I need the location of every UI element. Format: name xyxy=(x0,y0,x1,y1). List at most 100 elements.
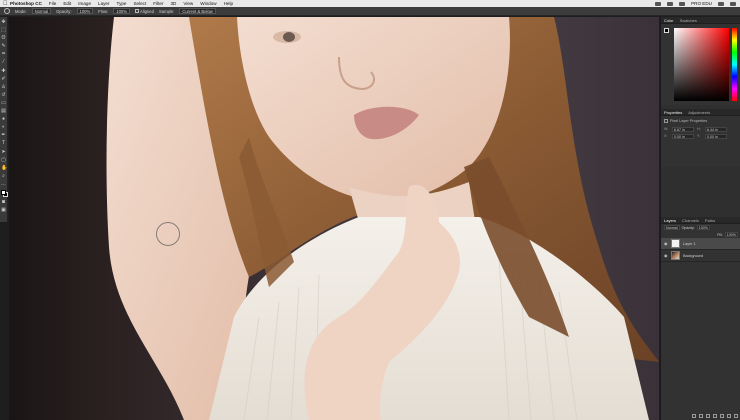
foreground-color-swatch[interactable] xyxy=(1,189,6,195)
crop-tool-icon[interactable]: ⌗ xyxy=(1,52,6,57)
trash-icon[interactable] xyxy=(734,414,738,418)
aligned-option[interactable]: Aligned xyxy=(134,8,154,14)
menu-app-photoshop[interactable]: Photoshop CC xyxy=(10,0,42,7)
menu-bar:  Photoshop CC File Edit Image Layer Typ… xyxy=(0,0,740,7)
wifi-icon[interactable] xyxy=(667,1,674,6)
lasso-tool-icon[interactable]: ʘ xyxy=(1,36,6,41)
opacity-field[interactable]: 100% xyxy=(76,8,94,14)
menu-view[interactable]: View xyxy=(183,0,193,7)
menu-select[interactable]: Select xyxy=(133,0,146,7)
menu-help[interactable]: Help xyxy=(224,0,233,7)
gradient-tool-icon[interactable]: ▤ xyxy=(1,109,6,114)
tab-adjustments[interactable]: Adjustments xyxy=(688,110,710,115)
foreground-swatch[interactable] xyxy=(664,28,669,33)
layer-fill-field[interactable]: 100% xyxy=(724,232,738,237)
properties-panel: Properties Adjustments Pixel Layer Prope… xyxy=(661,109,740,167)
move-tool-icon[interactable]: ✥ xyxy=(1,20,6,25)
aligned-checkbox[interactable] xyxy=(134,9,139,14)
pen-tool-icon[interactable]: ✒ xyxy=(1,133,6,138)
status-icon[interactable] xyxy=(655,1,662,6)
aligned-label: Aligned xyxy=(139,8,154,14)
layers-panel: Layers Channels Paths Normal Opacity: 10… xyxy=(661,217,740,420)
y-field[interactable]: 0.00 in xyxy=(705,134,727,139)
shape-tool-icon[interactable]: ▢ xyxy=(1,157,6,163)
tab-color[interactable]: Color xyxy=(664,18,674,23)
width-field[interactable]: 6.67 in xyxy=(672,127,694,132)
properties-subtitle-text: Pixel Layer Properties xyxy=(670,119,708,123)
type-tool-icon[interactable]: T xyxy=(1,141,6,146)
menu-extras: PRO EDU xyxy=(655,1,740,6)
clone-stamp-tool-icon[interactable]: ♙ xyxy=(1,84,6,90)
adjustment-layer-icon[interactable] xyxy=(713,414,717,418)
user-label[interactable]: PRO EDU xyxy=(691,1,712,6)
layer-style-icon[interactable] xyxy=(699,414,703,418)
color-panel-tabs: Color Swatches xyxy=(661,17,740,24)
menu-window[interactable]: Window xyxy=(200,0,216,7)
menu-image[interactable]: Image xyxy=(78,0,91,7)
more-tools-icon[interactable]: … xyxy=(1,181,6,187)
eraser-tool-icon[interactable]: ▭ xyxy=(1,100,6,106)
layer-opacity-label: Opacity: xyxy=(681,225,695,230)
mode-select[interactable]: Normal xyxy=(31,8,52,14)
x-label: X: xyxy=(664,134,668,138)
eyedropper-tool-icon[interactable]: ⁄ xyxy=(1,60,6,65)
menu-file[interactable]: File xyxy=(49,0,56,7)
sample-label: Sample: xyxy=(158,8,175,14)
tab-properties[interactable]: Properties xyxy=(664,110,682,115)
hand-tool-icon[interactable]: ✋ xyxy=(1,165,7,171)
screen-mode-icon[interactable]: ▣ xyxy=(1,208,6,213)
notification-icon[interactable] xyxy=(730,1,736,6)
options-bar: Mode: Normal Opacity: 100% Flow: 100% Al… xyxy=(0,7,740,16)
menu-type[interactable]: Type xyxy=(117,0,127,7)
path-select-tool-icon[interactable]: ➤ xyxy=(1,149,6,155)
add-mask-icon[interactable] xyxy=(706,414,710,418)
layer-row-layer-1[interactable]: ◉ Layer 1 xyxy=(661,238,740,250)
menu-layer[interactable]: Layer xyxy=(98,0,110,7)
eye-icon[interactable]: ◉ xyxy=(664,253,668,258)
link-layers-icon[interactable] xyxy=(692,414,696,418)
apple-icon[interactable]:  xyxy=(3,1,10,7)
new-layer-icon[interactable] xyxy=(727,414,731,418)
layers-panel-tabs: Layers Channels Paths xyxy=(661,217,740,224)
document-canvas[interactable] xyxy=(9,17,659,420)
sample-select[interactable]: Current & Below xyxy=(179,8,216,14)
brush-tool-icon[interactable]: ✐ xyxy=(1,76,6,82)
x-field[interactable]: 0.00 in xyxy=(672,134,694,139)
tab-layers[interactable]: Layers xyxy=(664,218,676,223)
height-label: H: xyxy=(697,127,701,131)
properties-row-position: X: 0.00 in Y: 0.00 in xyxy=(661,133,740,140)
eye-icon[interactable]: ◉ xyxy=(664,241,668,246)
tab-channels[interactable]: Channels xyxy=(682,218,699,223)
layer-name: Layer 1 xyxy=(683,241,696,246)
quick-select-tool-icon[interactable]: ✎ xyxy=(1,44,6,49)
quick-mask-icon[interactable]: ◙ xyxy=(1,200,6,205)
layer-row-background[interactable]: ◉ Background xyxy=(661,250,740,262)
zoom-tool-icon[interactable]: ⌕ xyxy=(1,173,6,179)
healing-brush-tool-icon[interactable]: ✚ xyxy=(1,68,6,74)
fg-bg-swatches[interactable] xyxy=(664,28,671,35)
battery-icon[interactable] xyxy=(679,1,686,6)
dodge-tool-icon[interactable]: ◐ xyxy=(1,125,6,130)
menu-filter[interactable]: Filter xyxy=(153,0,163,7)
blend-mode-select[interactable]: Normal xyxy=(664,225,680,230)
height-field[interactable]: 6.44 in xyxy=(705,127,727,132)
layer-blend-row: Normal Opacity: 100% xyxy=(661,224,740,231)
new-group-icon[interactable] xyxy=(720,414,724,418)
tab-swatches[interactable]: Swatches xyxy=(680,18,697,23)
brush-cursor-icon xyxy=(156,222,180,246)
flow-field[interactable]: 100% xyxy=(113,8,130,14)
tab-paths[interactable]: Paths xyxy=(705,218,715,223)
color-picker-field[interactable] xyxy=(674,28,729,101)
right-panel-dock: Color Swatches Properties Adjustments Pi… xyxy=(660,17,740,420)
blur-tool-icon[interactable]: ● xyxy=(1,117,6,122)
marquee-tool-icon[interactable]: ⬚ xyxy=(1,28,6,33)
menu-edit[interactable]: Edit xyxy=(63,0,71,7)
spotlight-icon[interactable] xyxy=(718,1,724,6)
clone-stamp-icon[interactable] xyxy=(4,8,10,14)
menu-3d[interactable]: 3D xyxy=(170,0,176,7)
hue-slider[interactable] xyxy=(732,28,737,101)
layer-name: Background xyxy=(683,253,704,258)
layer-opacity-field[interactable]: 100% xyxy=(696,225,710,230)
portrait-photo xyxy=(106,17,659,420)
history-brush-tool-icon[interactable]: ↺ xyxy=(1,92,6,98)
